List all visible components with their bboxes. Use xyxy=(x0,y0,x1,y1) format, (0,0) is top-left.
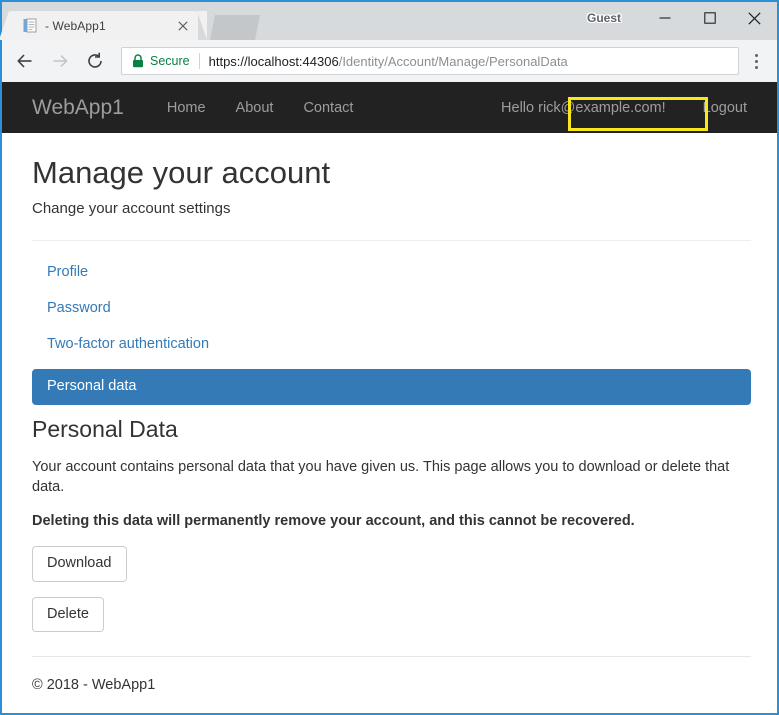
navbar-links: Home About Contact xyxy=(152,100,369,116)
url-text: https://localhost:44306/Identity/Account… xyxy=(209,54,568,69)
address-bar[interactable]: Secure https://localhost:44306/Identity/… xyxy=(121,47,739,75)
nav-item-profile[interactable]: Profile xyxy=(32,255,747,291)
screenshot-root: - WebApp1 Guest Secure https://localhost… xyxy=(0,0,779,715)
site-navbar: WebApp1 Home About Contact Hello rick@ex… xyxy=(2,82,777,133)
omnibox-divider xyxy=(198,53,200,69)
download-button-row: Download xyxy=(32,546,747,582)
browser-toolbar: Secure https://localhost:44306/Identity/… xyxy=(2,40,777,82)
footer-divider xyxy=(32,656,751,658)
back-arrow-icon[interactable] xyxy=(10,46,40,76)
minimize-icon[interactable] xyxy=(642,2,687,34)
delete-button-row: Delete xyxy=(32,596,747,633)
three-dot-menu-icon[interactable] xyxy=(743,46,769,76)
tab-title: - WebApp1 xyxy=(45,18,106,33)
content-divider-top xyxy=(32,239,751,241)
tab-close-icon[interactable] xyxy=(174,17,192,35)
page-title: Manage your account xyxy=(32,155,331,190)
nav-link-contact[interactable]: Contact xyxy=(288,100,368,116)
delete-button[interactable]: Delete xyxy=(32,596,104,633)
nav-item-two-factor-authentication[interactable]: Two-factor authentication xyxy=(32,327,747,363)
nav-link-about[interactable]: About xyxy=(221,100,289,116)
logout-button[interactable]: Logout xyxy=(681,100,747,116)
profile-badge[interactable]: Guest xyxy=(584,10,624,26)
section-title: Personal Data xyxy=(32,415,178,442)
greeting-prefix: Hello xyxy=(501,99,539,116)
nav-item-password[interactable]: Password xyxy=(32,291,747,327)
url-host: https://localhost:44306 xyxy=(208,53,339,69)
url-path: /Identity/Account/Manage/PersonalData xyxy=(338,53,568,69)
download-button[interactable]: Download xyxy=(32,546,127,582)
personal-data-description: Your account contains personal data that… xyxy=(32,459,730,496)
new-tab-placeholder[interactable] xyxy=(210,15,260,40)
page-subtitle: Change your account settings xyxy=(32,199,231,217)
browser-tab[interactable]: - WebApp1 xyxy=(8,11,198,40)
navbar-user-area: Hello rick@example.com! Logout xyxy=(501,100,747,116)
manage-account-link[interactable]: Hello rick@example.com! xyxy=(501,100,681,116)
user-email: rick@example.com! xyxy=(538,99,666,116)
window-controls: Guest xyxy=(584,2,777,34)
tab-strip: - WebApp1 xyxy=(2,2,260,40)
page-container: Manage your account Change your account … xyxy=(2,154,777,693)
secure-label: Secure xyxy=(150,54,190,68)
footer-copyright: © 2018 - WebApp1 xyxy=(32,677,156,694)
lock-icon xyxy=(132,54,144,68)
forward-arrow-icon xyxy=(45,46,75,76)
page-viewport: WebApp1 Home About Contact Hello rick@ex… xyxy=(2,82,777,713)
maximize-icon[interactable] xyxy=(687,2,732,34)
page-icon xyxy=(22,18,38,34)
close-icon[interactable] xyxy=(732,2,777,34)
navbar-brand[interactable]: WebApp1 xyxy=(32,96,124,120)
nav-item-personal-data[interactable]: Personal data xyxy=(32,368,751,405)
deletion-warning: Deleting this data will permanently remo… xyxy=(32,512,635,529)
reload-icon[interactable] xyxy=(80,46,110,76)
nav-link-home[interactable]: Home xyxy=(152,100,221,116)
account-nav: Profile Password Two-factor authenticati… xyxy=(32,255,751,405)
browser-window: - WebApp1 Guest Secure https://localhost… xyxy=(0,0,779,715)
browser-titlebar: - WebApp1 Guest xyxy=(2,2,777,40)
